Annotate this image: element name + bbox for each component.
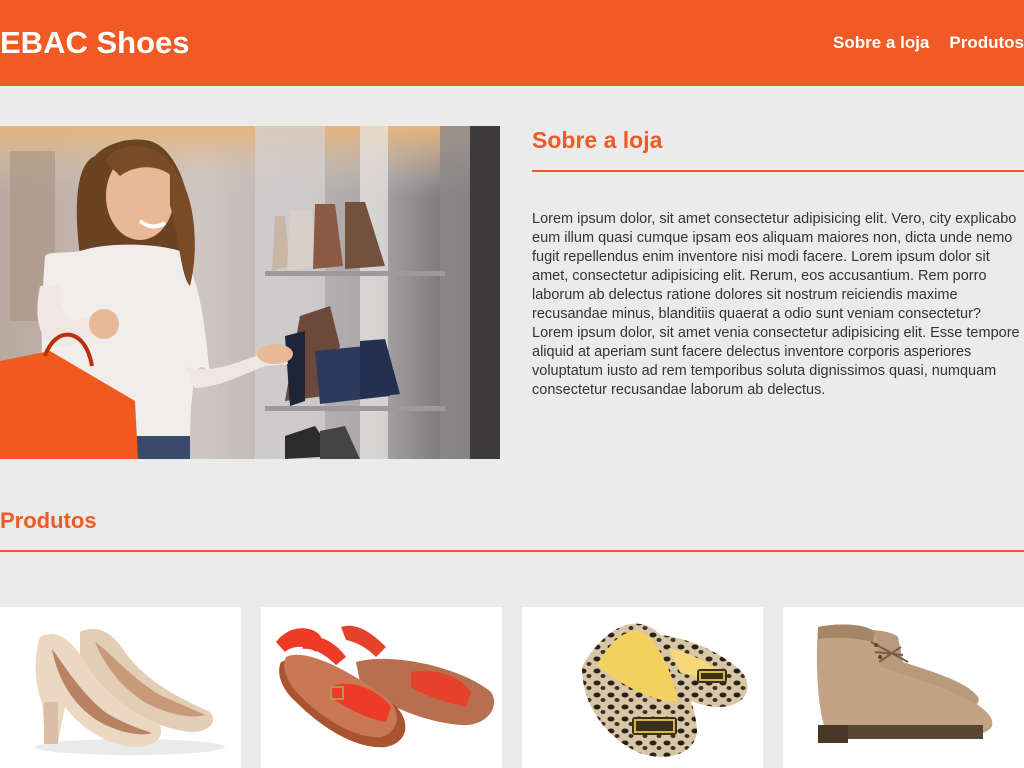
product-card-4[interactable]	[783, 607, 1024, 768]
main-nav: Sobre a loja Produtos	[833, 33, 1024, 53]
product-card-1[interactable]	[0, 607, 241, 768]
red-strap-sandals-image	[276, 625, 495, 748]
nav-link-produtos[interactable]: Produtos	[949, 33, 1024, 53]
hero-photo-image	[0, 126, 500, 459]
product-card-2[interactable]	[261, 607, 502, 768]
beige-ankle-boots-image	[816, 624, 993, 743]
leopard-print-flats-image	[582, 623, 748, 757]
product-card-3[interactable]	[522, 607, 763, 768]
site-logo[interactable]: EBAC Shoes	[0, 26, 189, 60]
about-divider	[532, 170, 1024, 172]
nude-peep-toe-heels-image	[35, 628, 225, 755]
about-description: Lorem ipsum dolor, sit amet consectetur …	[532, 211, 1020, 398]
products-section-title: Produtos	[0, 508, 97, 533]
products-divider	[0, 550, 1024, 552]
nav-link-sobre-a-loja[interactable]: Sobre a loja	[833, 33, 929, 53]
site-header: EBAC Shoes Sobre a loja Produtos	[0, 0, 1024, 86]
hero-store-photo	[0, 126, 500, 459]
about-section-title: Sobre a loja	[532, 127, 663, 153]
